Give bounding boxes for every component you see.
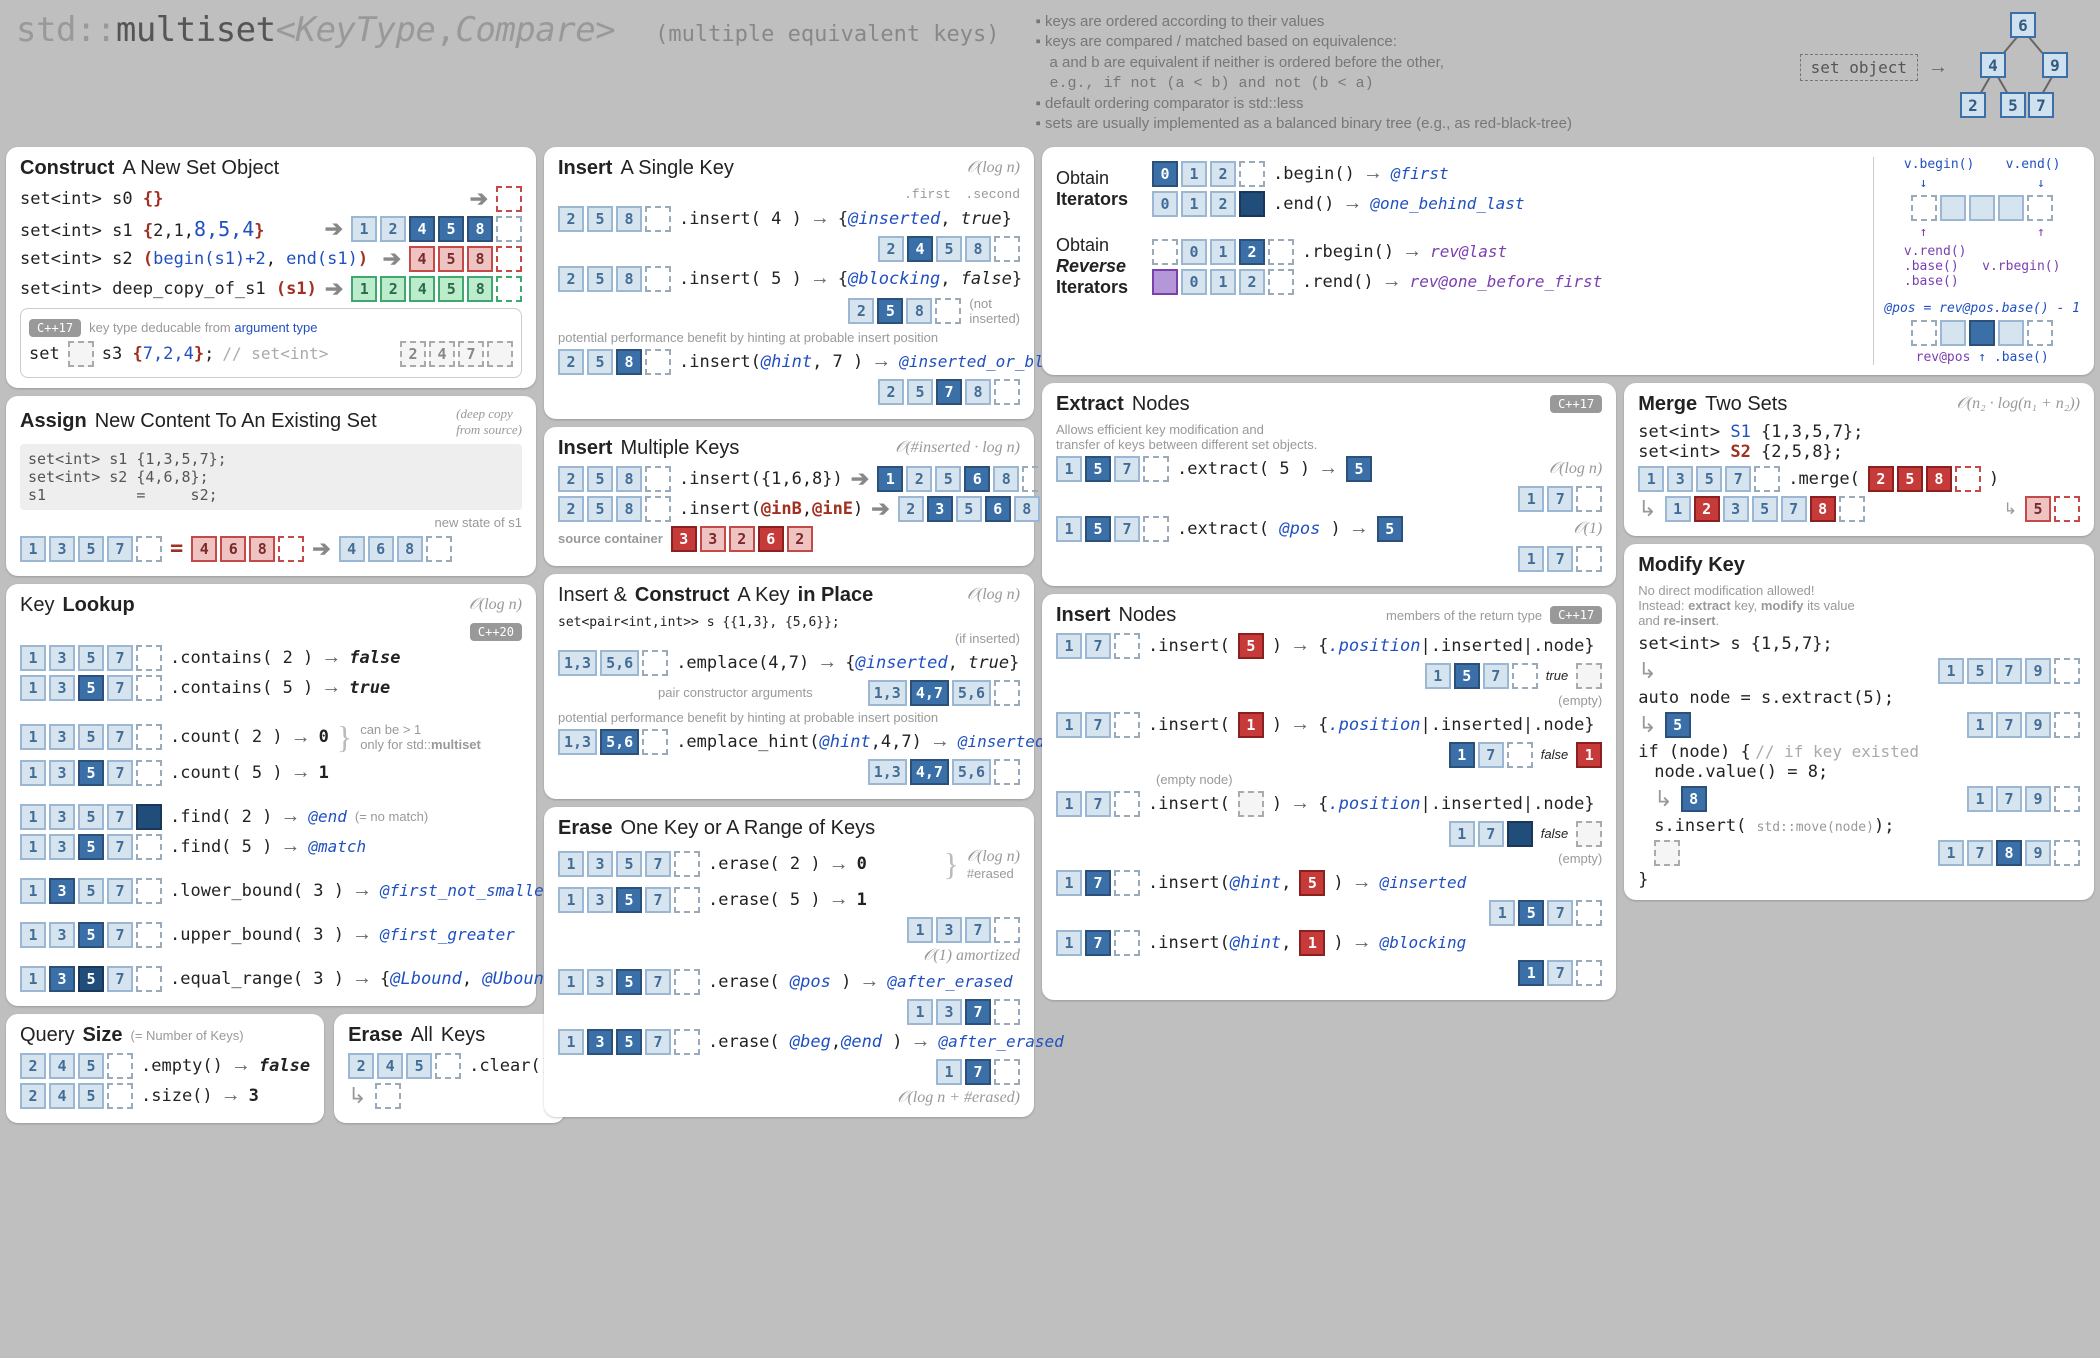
- panel-construct: Construct A New Set Object set<int> s0 {…: [6, 147, 536, 388]
- tpl-open: <: [276, 10, 296, 50]
- tree-node: 7: [2028, 92, 2054, 118]
- bullet: sets are usually implemented as a balanc…: [1036, 114, 1768, 134]
- panel-insert-nodes: Insert Nodes members of the return type …: [1042, 594, 1616, 1000]
- title-prefix: std::: [16, 10, 116, 50]
- title: std::multiset<KeyType,Compare> (multiple…: [6, 6, 1010, 54]
- panel-extract-nodes: Extract Nodes C++17 Allows efficient key…: [1042, 383, 1616, 586]
- tree-graphic: set object → 6 4 9 2 5 7: [1794, 6, 2094, 128]
- title-name: multiset: [116, 10, 276, 50]
- panel-lookup: Key Lookup 𝒪(log n) C++20 1357 .contains…: [6, 584, 536, 1006]
- panel-insert-multi: Insert Multiple Keys 𝒪(#inserted · log n…: [544, 427, 1034, 566]
- bullet: default ordering comparator is std::less: [1036, 94, 1768, 114]
- bullet: keys are compared / matched based on equ…: [1036, 32, 1768, 94]
- header: std::multiset<KeyType,Compare> (multiple…: [6, 6, 2094, 141]
- bullet-list: keys are ordered according to their valu…: [1030, 6, 1774, 141]
- tpl-cmp: Compare: [455, 10, 595, 50]
- tpl-key: KeyType: [296, 10, 436, 50]
- tree-node: 2: [1960, 92, 1986, 118]
- tpl-sep: ,: [435, 10, 455, 50]
- tree-node: 9: [2042, 52, 2068, 78]
- tree-node: 4: [1980, 52, 2006, 78]
- tree-node: 5: [2000, 92, 2026, 118]
- tree-node: 6: [2010, 12, 2036, 38]
- panel-erase-all: Erase All Keys 245 .clear() ↳: [334, 1014, 565, 1123]
- subtitle: (multiple equivalent keys): [655, 22, 999, 47]
- panel-query-size: Query Size (= Number of Keys) 245 .empty…: [6, 1014, 324, 1123]
- panel-insert-single: Insert A Single Key 𝒪(log n) .first .sec…: [544, 147, 1034, 419]
- bullet: keys are ordered according to their valu…: [1036, 12, 1768, 32]
- panel-emplace: Insert & Construct A Key in Place 𝒪(log …: [544, 574, 1034, 799]
- code-block: set<int> s1 {1,3,5,7}; set<int> s2 {4,6,…: [20, 444, 522, 510]
- panel-iterators: Obtain Iterators 012 .begin()→@first 012…: [1042, 147, 2094, 375]
- panel-merge: Merge Two Sets 𝒪(n₂ · log(n₁ + n₂)) set<…: [1624, 383, 2094, 536]
- panel-modify-key: Modify Key No direct modification allowe…: [1624, 544, 2094, 900]
- panel-assign: Assign New Content To An Existing Set (d…: [6, 396, 536, 576]
- tpl-close: >: [595, 10, 615, 50]
- iterator-diagram: v.begin() v.end() ↓ ↓ ↑ ↑ v.rend() .base…: [1873, 157, 2080, 365]
- cpp17-chip: C++17: [29, 319, 81, 337]
- set-object-chip: set object: [1800, 54, 1918, 81]
- panel-erase: Erase One Key or A Range of Keys 1357 .e…: [544, 807, 1034, 1117]
